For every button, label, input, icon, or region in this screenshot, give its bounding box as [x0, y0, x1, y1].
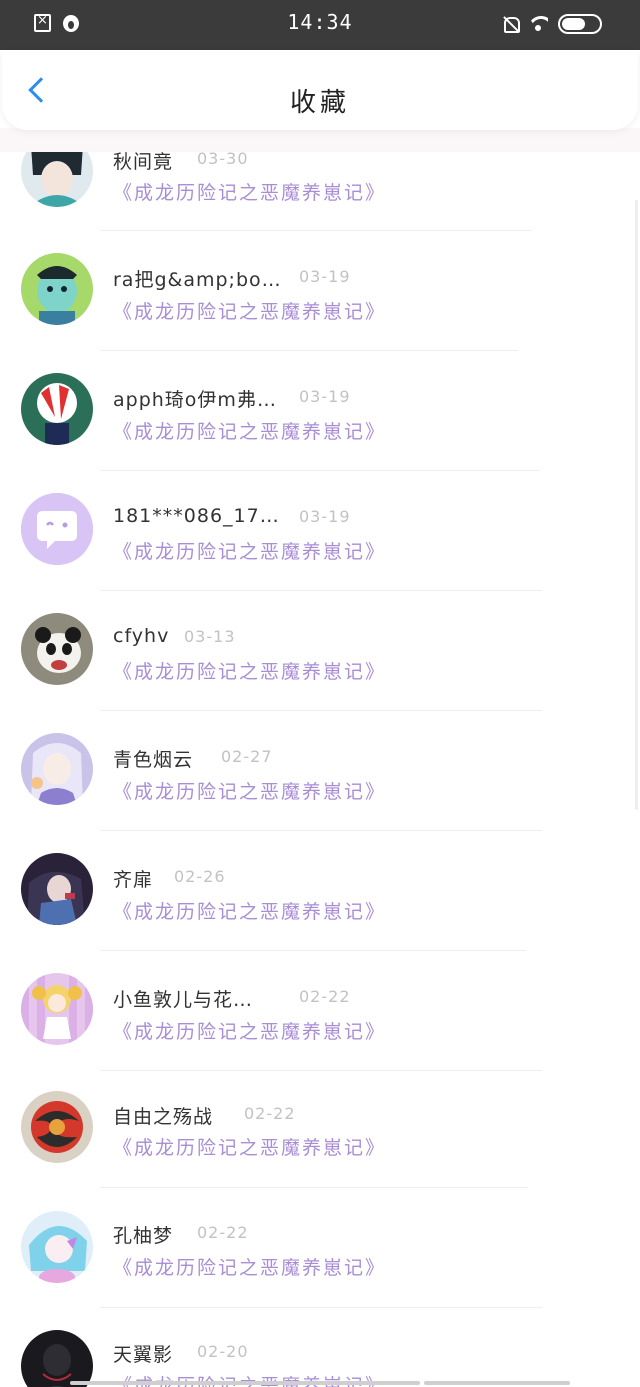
header-shadow-band	[0, 128, 640, 152]
book-title[interactable]: 《成龙历险记之恶魔养崽记》	[113, 297, 386, 324]
avatar-peppermint-butler-icon	[21, 373, 93, 445]
navigation-header: 收藏	[2, 50, 638, 130]
wifi-icon	[528, 16, 548, 32]
divider	[100, 230, 532, 231]
book-title[interactable]: 《成龙历险记之恶魔养崽记》	[113, 1133, 386, 1160]
avatar[interactable]	[21, 373, 93, 445]
divider	[100, 830, 542, 831]
list-item[interactable]: 自由之殇战 02-22 《成龙历险记之恶魔养崽记》	[0, 1089, 640, 1208]
book-title[interactable]: 《成龙历险记之恶魔养崽记》	[113, 777, 386, 804]
book-title[interactable]: 《成龙历险记之恶魔养崽记》	[113, 1017, 386, 1044]
user-name: 181***086_17…	[113, 505, 280, 527]
avatar-sheep-girl-icon	[21, 973, 93, 1045]
divider	[100, 350, 518, 351]
divider	[100, 1070, 542, 1071]
avatar[interactable]	[21, 493, 93, 565]
list-item[interactable]: apph琦o伊m弗… 03-19 《成龙历险记之恶魔养崽记》	[0, 369, 640, 488]
list-item[interactable]: cfyhv 03-13 《成龙历险记之恶魔养崽记》	[0, 609, 640, 728]
scrollbar[interactable]	[635, 200, 638, 810]
date: 02-27	[221, 747, 273, 766]
user-name: cfyhv	[113, 625, 170, 647]
avatar-dark-anime-icon	[21, 853, 93, 925]
divider	[100, 1307, 542, 1308]
avatar-default-chat-icon	[21, 493, 93, 565]
date: 02-22	[244, 1104, 296, 1123]
user-name: 孔柚梦	[113, 1225, 174, 1247]
page-title: 收藏	[289, 88, 350, 118]
user-name: 齐扉	[113, 869, 154, 891]
date: 02-22	[299, 987, 351, 1006]
list-item[interactable]: 小鱼敦儿与花… 02-22 《成龙历险记之恶魔养崽记》	[0, 969, 640, 1088]
battery-fill	[562, 18, 585, 30]
status-bar: 14:34	[0, 0, 640, 50]
book-title[interactable]: 《成龙历险记之恶魔养崽记》	[113, 657, 386, 684]
book-title[interactable]: 《成龙历险记之恶魔养崽记》	[113, 417, 386, 444]
screen: 秋间竟 03-30 《成龙历险记之恶魔养崽记》 ra把g&amp;bo… 03-…	[0, 0, 640, 1387]
list-item[interactable]: ra把g&amp;bo… 03-19 《成龙历险记之恶魔养崽记》	[0, 249, 640, 368]
home-indicator[interactable]	[70, 1381, 420, 1385]
date: 03-19	[299, 387, 351, 406]
date: 02-22	[197, 1223, 249, 1242]
avatar-blue-hair-icon	[21, 1211, 93, 1283]
book-title[interactable]: 《成龙历险记之恶魔养崽记》	[113, 897, 386, 924]
home-indicator-secondary	[424, 1381, 570, 1385]
avatar[interactable]	[21, 1091, 93, 1163]
avatar-dark-figure-icon	[21, 1330, 93, 1387]
avatar[interactable]	[21, 733, 93, 805]
user-name: 自由之殇战	[113, 1106, 214, 1128]
avatar-dragon-art-icon	[21, 1091, 93, 1163]
date: 03-19	[299, 507, 351, 526]
divider	[100, 590, 542, 591]
book-title[interactable]: 《成龙历险记之恶魔养崽记》	[113, 537, 386, 564]
date: 03-13	[184, 627, 236, 646]
avatar[interactable]	[21, 853, 93, 925]
favorites-list[interactable]: 秋间竟 03-30 《成龙历险记之恶魔养崽记》 ra把g&amp;bo… 03-…	[0, 0, 640, 1387]
divider	[100, 950, 526, 951]
date: 02-20	[197, 1342, 249, 1361]
avatar[interactable]	[21, 1211, 93, 1283]
avatar[interactable]	[21, 613, 93, 685]
avatar[interactable]	[21, 253, 93, 325]
user-name: 小鱼敦儿与花…	[113, 989, 254, 1011]
avatar-anime-girl-icon	[21, 733, 93, 805]
bell-off-icon	[502, 15, 520, 33]
user-name: 青色烟云	[113, 749, 194, 771]
divider	[100, 710, 542, 711]
user-name: apph琦o伊m弗…	[113, 389, 277, 411]
list-item[interactable]: 齐扉 02-26 《成龙历险记之恶魔养崽记》	[0, 849, 640, 968]
book-title[interactable]: 《成龙历险记之恶魔养崽记》	[113, 178, 386, 205]
list-item[interactable]: 天翼影 02-20 《成龙历险记之恶魔养崽记》	[0, 1328, 640, 1387]
list-item[interactable]: 孔柚梦 02-22 《成龙历险记之恶魔养崽记》	[0, 1209, 640, 1328]
date: 03-19	[299, 267, 351, 286]
avatar[interactable]	[21, 973, 93, 1045]
battery-icon	[558, 14, 602, 34]
list-item[interactable]: 181***086_17… 03-19 《成龙历险记之恶魔养崽记》	[0, 489, 640, 608]
user-name: ra把g&amp;bo…	[113, 269, 282, 291]
divider	[100, 470, 540, 471]
divider	[100, 1187, 528, 1188]
book-title[interactable]: 《成龙历险记之恶魔养崽记》	[113, 1253, 386, 1280]
list-item[interactable]: 青色烟云 02-27 《成龙历险记之恶魔养崽记》	[0, 729, 640, 848]
avatar-panda-icon	[21, 613, 93, 685]
user-name: 天翼影	[113, 1344, 174, 1366]
date: 02-26	[174, 867, 226, 886]
avatar-green-cartoon-icon	[21, 253, 93, 325]
avatar[interactable]	[21, 1330, 93, 1387]
